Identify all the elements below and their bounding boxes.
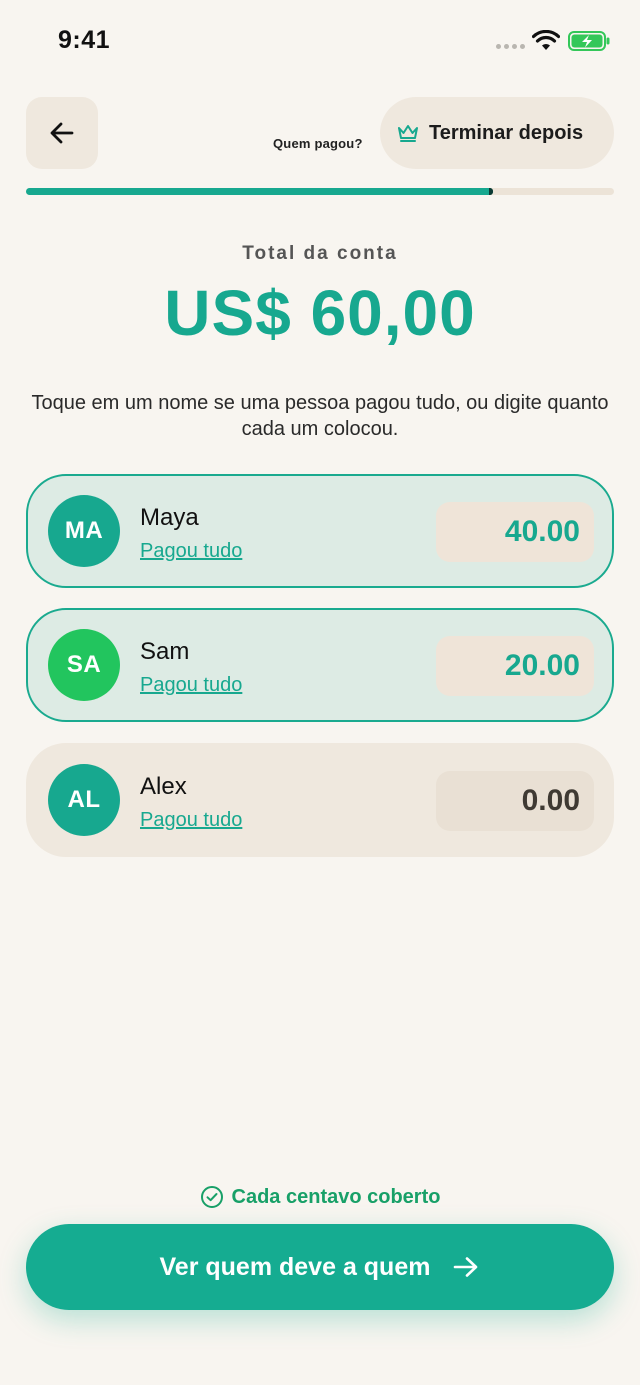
person-name: Sam [140, 638, 190, 665]
amount-input[interactable]: 40.00 [436, 502, 594, 562]
status-bar: 9:41 [0, 0, 640, 80]
see-who-owes-label: Ver quem deve a quem [159, 1252, 431, 1281]
amount-input[interactable]: 20.00 [436, 636, 594, 696]
total-label: Total da conta [242, 243, 398, 264]
person-card-maya[interactable]: MA Maya Pagou tudo 40.00 [26, 474, 614, 588]
cellular-signal-icon [496, 44, 525, 49]
coverage-status-label: Cada centavo coberto [231, 1185, 441, 1208]
finish-later-label: Terminar depois [429, 121, 584, 144]
battery-charging-icon [568, 31, 610, 51]
page-title: Quem pagou? [273, 136, 363, 151]
person-card-sam[interactable]: SA Sam Pagou tudo 20.00 [26, 608, 614, 722]
paid-all-link[interactable]: Pagou tudo [140, 809, 242, 832]
status-time: 9:41 [58, 26, 111, 54]
see-who-owes-button[interactable]: Ver quem deve a quem [26, 1224, 614, 1310]
total-amount: US$ 60,00 [164, 277, 476, 349]
check-circle-icon [200, 1186, 223, 1208]
wifi-icon [532, 30, 560, 50]
avatar: MA [48, 495, 120, 567]
amount-input[interactable]: 0.00 [436, 771, 594, 831]
person-name: Maya [140, 504, 199, 531]
avatar: AL [48, 764, 120, 836]
progress-fill [26, 188, 493, 195]
progress-marker [489, 188, 493, 195]
back-button[interactable] [26, 97, 98, 169]
paid-all-link[interactable]: Pagou tudo [140, 540, 242, 563]
progress-bar [26, 188, 614, 195]
finish-later-button[interactable]: Terminar depois [380, 97, 614, 169]
instructions-text: Toque em um nome se uma pessoa pagou tud… [31, 392, 609, 440]
avatar: SA [48, 629, 120, 701]
person-card-alex[interactable]: AL Alex Pagou tudo 0.00 [26, 743, 614, 857]
paid-all-link[interactable]: Pagou tudo [140, 674, 242, 697]
crown-icon [398, 125, 418, 142]
coverage-status: Cada centavo coberto [0, 1185, 640, 1209]
person-name: Alex [140, 773, 187, 800]
arrow-right-icon [454, 1257, 478, 1277]
back-arrow-icon [50, 122, 74, 144]
